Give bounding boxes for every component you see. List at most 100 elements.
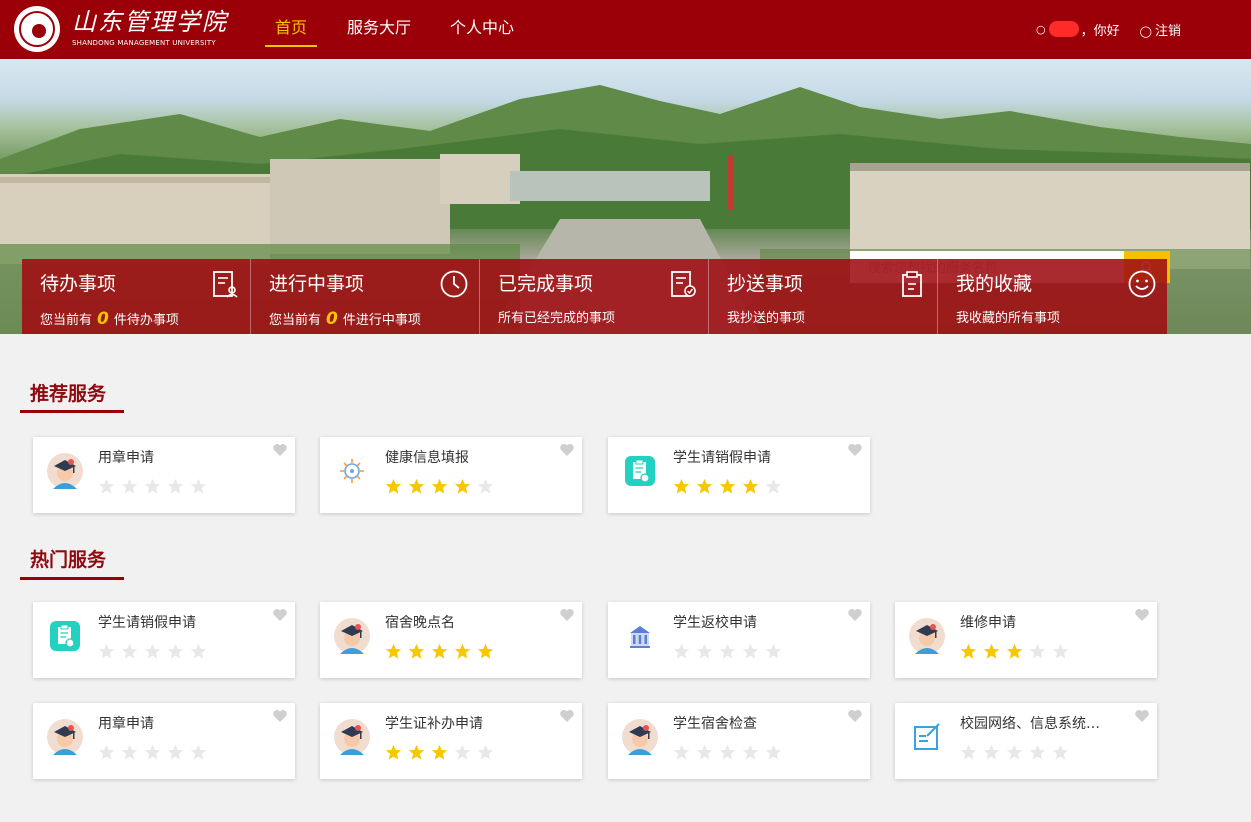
star-icon[interactable] [719, 643, 736, 660]
logout-button[interactable]: ◯ 注销 [1140, 20, 1181, 39]
star-icon[interactable] [765, 744, 782, 761]
favorite-heart-icon[interactable] [1134, 607, 1150, 623]
favorite-heart-icon[interactable] [847, 708, 863, 724]
service-card[interactable]: 校园网络、信息系统… [895, 703, 1157, 779]
star-icon[interactable] [385, 478, 402, 495]
star-icon[interactable] [408, 744, 425, 761]
star-icon[interactable] [190, 478, 207, 495]
nav-service-hall[interactable]: 服务大厅 [347, 17, 411, 39]
star-icon[interactable] [983, 744, 1000, 761]
star-icon[interactable] [121, 643, 138, 660]
service-card[interactable]: 学生请销假申请 [608, 437, 870, 513]
star-icon[interactable] [144, 744, 161, 761]
star-icon[interactable] [742, 744, 759, 761]
rating-stars [98, 744, 213, 761]
star-icon[interactable] [121, 478, 138, 495]
task-cc[interactable]: 抄送事项 我抄送的事项 [709, 259, 938, 334]
star-icon[interactable] [983, 643, 1000, 660]
task-favorites[interactable]: 我的收藏 我收藏的所有事项 [938, 259, 1167, 334]
star-icon[interactable] [144, 643, 161, 660]
star-icon[interactable] [1052, 744, 1069, 761]
star-icon[interactable] [190, 643, 207, 660]
nav-personal-center[interactable]: 个人中心 [450, 17, 514, 39]
star-icon[interactable] [696, 643, 713, 660]
star-icon[interactable] [167, 478, 184, 495]
service-card[interactable]: 学生请销假申请 [33, 602, 295, 678]
favorite-heart-icon[interactable] [847, 607, 863, 623]
star-icon[interactable] [696, 744, 713, 761]
favorite-heart-icon[interactable] [847, 442, 863, 458]
star-icon[interactable] [167, 744, 184, 761]
star-icon[interactable] [454, 744, 471, 761]
star-icon[interactable] [960, 744, 977, 761]
user-greeting: ，你好 [1080, 23, 1120, 39]
service-card[interactable]: 学生返校申请 [608, 602, 870, 678]
star-icon[interactable] [385, 643, 402, 660]
rating-stars [960, 744, 1075, 761]
favorite-heart-icon[interactable] [1134, 708, 1150, 724]
rating-stars [673, 744, 788, 761]
star-icon[interactable] [673, 744, 690, 761]
star-icon[interactable] [1029, 643, 1046, 660]
star-icon[interactable] [477, 643, 494, 660]
star-icon[interactable] [1029, 744, 1046, 761]
task-todo[interactable]: 待办事项 您当前有 0 件待办事项 [22, 259, 251, 334]
star-icon[interactable] [167, 643, 184, 660]
nav-home[interactable]: 首页 [275, 17, 307, 39]
star-icon[interactable] [98, 744, 115, 761]
star-icon[interactable] [960, 643, 977, 660]
graduate-avatar-icon [47, 719, 83, 755]
star-icon[interactable] [98, 478, 115, 495]
star-icon[interactable] [477, 744, 494, 761]
star-icon[interactable] [673, 478, 690, 495]
star-icon[interactable] [454, 478, 471, 495]
star-icon[interactable] [765, 643, 782, 660]
star-icon[interactable] [742, 643, 759, 660]
favorite-heart-icon[interactable] [559, 442, 575, 458]
service-card[interactable]: 维修申请 [895, 602, 1157, 678]
star-icon[interactable] [719, 478, 736, 495]
favorite-heart-icon[interactable] [272, 607, 288, 623]
user-name-redacted [1048, 21, 1079, 37]
star-icon[interactable] [742, 478, 759, 495]
service-name: 宿舍晚点名 [385, 615, 455, 631]
favorite-heart-icon[interactable] [272, 708, 288, 724]
star-icon[interactable] [1052, 643, 1069, 660]
service-card[interactable]: 健康信息填报 [320, 437, 582, 513]
star-icon[interactable] [765, 478, 782, 495]
service-card[interactable]: 用章申请 [33, 437, 295, 513]
service-card[interactable]: 学生宿舍检查 [608, 703, 870, 779]
rating-stars [98, 478, 213, 495]
rating-stars [673, 643, 788, 660]
star-icon[interactable] [696, 478, 713, 495]
service-card[interactable]: 宿舍晚点名 [320, 602, 582, 678]
star-icon[interactable] [121, 744, 138, 761]
star-icon[interactable] [385, 744, 402, 761]
service-card[interactable]: 学生证补办申请 [320, 703, 582, 779]
rating-stars [673, 478, 788, 495]
university-logo[interactable] [14, 6, 60, 52]
star-icon[interactable] [1006, 643, 1023, 660]
star-icon[interactable] [431, 744, 448, 761]
star-icon[interactable] [98, 643, 115, 660]
star-icon[interactable] [431, 478, 448, 495]
star-icon[interactable] [190, 744, 207, 761]
favorite-heart-icon[interactable] [272, 442, 288, 458]
star-icon[interactable] [1006, 744, 1023, 761]
service-card[interactable]: 用章申请 [33, 703, 295, 779]
todo-count: 0 [97, 309, 109, 329]
task-completed[interactable]: 已完成事项 所有已经完成的事项 [480, 259, 709, 334]
task-in-progress[interactable]: 进行中事项 您当前有 0 件进行中事项 [251, 259, 480, 334]
favorite-heart-icon[interactable] [559, 607, 575, 623]
star-icon[interactable] [408, 478, 425, 495]
star-icon[interactable] [673, 643, 690, 660]
star-icon[interactable] [454, 643, 471, 660]
star-icon[interactable] [477, 478, 494, 495]
star-icon[interactable] [408, 643, 425, 660]
star-icon[interactable] [144, 478, 161, 495]
star-icon[interactable] [431, 643, 448, 660]
star-icon[interactable] [719, 744, 736, 761]
section-underline [20, 410, 124, 413]
favorite-heart-icon[interactable] [559, 708, 575, 724]
rating-stars [98, 643, 213, 660]
